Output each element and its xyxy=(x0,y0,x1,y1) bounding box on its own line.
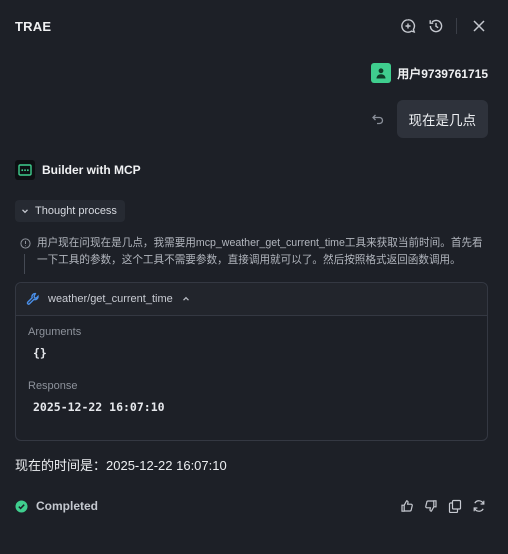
chevron-down-icon xyxy=(22,209,28,214)
thumbs-down-icon xyxy=(425,500,437,512)
undo-icon xyxy=(371,114,383,125)
thought-process-toggle[interactable]: Thought process xyxy=(15,200,125,222)
user-message-row: 现在是几点 xyxy=(371,100,488,138)
retry-button[interactable] xyxy=(472,499,486,513)
new-chat-icon xyxy=(401,19,416,33)
thought-content: 用户现在问现在是几点，我需要用mcp_weather_get_current_t… xyxy=(20,235,490,274)
tool-call-header[interactable]: weather/get_current_time xyxy=(16,283,487,316)
response-label: Response xyxy=(28,380,78,392)
message-actions xyxy=(400,499,486,513)
arguments-label: Arguments xyxy=(28,326,82,338)
user-icon xyxy=(376,68,386,79)
thought-process-label: Thought process xyxy=(35,205,117,217)
arguments-value: {} xyxy=(33,346,47,360)
header: TRAE xyxy=(0,0,508,52)
close-icon xyxy=(473,20,485,32)
history-button[interactable] xyxy=(422,12,450,40)
check-circle-icon xyxy=(15,500,28,513)
trae-chat-panel: TRAE 用户9739761715 现在是几点 Builder with MCP… xyxy=(0,0,508,554)
thumbs-up-icon xyxy=(401,500,413,512)
tool-call-panel: weather/get_current_time Arguments {} Re… xyxy=(15,282,488,441)
user-header: 用户9739761715 xyxy=(371,63,488,83)
header-actions xyxy=(394,12,493,40)
copy-button[interactable] xyxy=(448,499,462,513)
status-text: Completed xyxy=(36,499,99,513)
agent-avatar xyxy=(15,160,35,180)
agent-header: Builder with MCP xyxy=(15,160,141,180)
wrench-icon xyxy=(26,292,40,306)
thumbs-up-button[interactable] xyxy=(400,499,414,513)
builder-icon xyxy=(18,164,32,176)
user-message-bubble: 现在是几点 xyxy=(396,100,488,138)
undo-button[interactable] xyxy=(371,112,385,126)
new-chat-button[interactable] xyxy=(394,12,422,40)
info-icon xyxy=(20,238,31,249)
user-name: 用户9739761715 xyxy=(397,66,488,81)
user-avatar xyxy=(371,63,392,83)
retry-icon xyxy=(473,500,485,512)
assistant-answer: 现在的时间是：2025-12-22 16:07:10 xyxy=(15,458,227,473)
header-divider xyxy=(456,18,457,34)
response-value: 2025-12-22 16:07:10 xyxy=(33,400,165,414)
close-button[interactable] xyxy=(465,12,493,40)
thumbs-down-button[interactable] xyxy=(424,499,438,513)
history-icon xyxy=(429,19,443,33)
tool-name: weather/get_current_time xyxy=(48,293,173,305)
thought-divider xyxy=(24,254,25,274)
status-row: Completed xyxy=(15,499,98,513)
thought-text: 用户现在问现在是几点，我需要用mcp_weather_get_current_t… xyxy=(37,237,483,266)
agent-name: Builder with MCP xyxy=(42,163,141,177)
copy-icon xyxy=(448,499,462,513)
chevron-up-icon xyxy=(181,294,191,304)
app-title: TRAE xyxy=(15,18,52,34)
